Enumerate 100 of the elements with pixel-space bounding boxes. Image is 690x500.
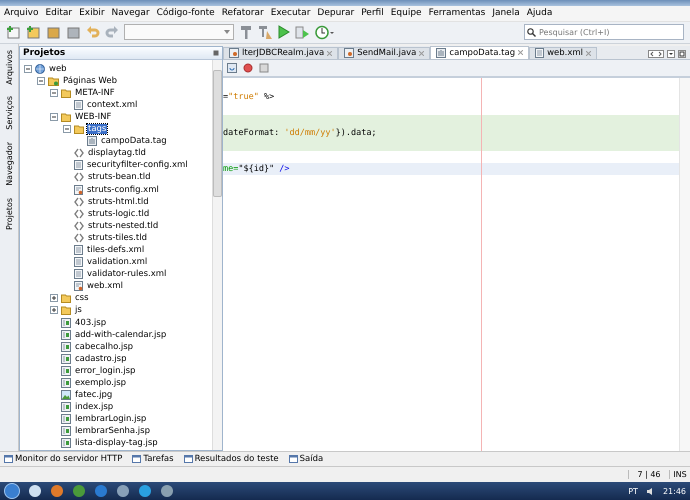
tree-item[interactable]: lembrarSenha.jsp xyxy=(74,426,151,436)
tree-item[interactable]: struts-tiles.tld xyxy=(87,232,148,243)
editor-tab[interactable]: lterJDBCRealm.java xyxy=(223,46,338,59)
expand-toggle[interactable] xyxy=(50,294,58,302)
language-indicator[interactable]: PT xyxy=(628,486,638,496)
tree-item[interactable]: struts-logic.tld xyxy=(87,208,150,219)
collapse-toggle[interactable] xyxy=(63,125,71,134)
debug-icon[interactable] xyxy=(295,24,310,40)
clean-build-icon[interactable] xyxy=(258,24,273,40)
tree-item[interactable]: web.xml xyxy=(86,281,124,292)
run-icon[interactable] xyxy=(278,25,290,40)
tree-item[interactable]: struts-config.xml xyxy=(86,184,160,195)
collapse-toggle[interactable] xyxy=(50,88,58,97)
side-tab[interactable]: Navegador xyxy=(4,142,14,186)
tree-item[interactable]: cabecalho.jsp xyxy=(74,342,134,352)
output-tab[interactable]: Resultados do teste xyxy=(184,454,279,464)
new-project-icon[interactable] xyxy=(26,24,41,40)
tree-item[interactable]: validation.xml xyxy=(86,257,148,268)
jsp-file-icon xyxy=(61,366,71,376)
app-icon[interactable] xyxy=(28,484,42,498)
menu-item[interactable]: Refatorar xyxy=(222,8,264,18)
menu-item[interactable]: Depurar xyxy=(317,8,354,18)
tree-item[interactable]: lembrarLogin.jsp xyxy=(74,414,148,424)
tree-item[interactable]: error_login.jsp xyxy=(74,366,136,376)
menu-item[interactable]: Editar xyxy=(45,8,72,18)
document-icon xyxy=(74,160,83,170)
tree-item[interactable]: 403.jsp xyxy=(74,318,108,328)
start-button[interactable] xyxy=(4,483,20,500)
tree-item[interactable]: securityfilter-config.xml xyxy=(86,160,189,170)
output-tab[interactable]: Monitor do servidor HTTP xyxy=(4,454,122,464)
window-icon xyxy=(132,454,142,463)
menu-item[interactable]: Janela xyxy=(492,8,520,18)
side-tab[interactable]: Projetos xyxy=(4,198,14,230)
hammer-icon[interactable] xyxy=(239,24,253,40)
tree-item[interactable]: struts-nested.tld xyxy=(87,220,160,231)
record-icon[interactable] xyxy=(243,62,253,73)
tree-item[interactable]: campoData.tag xyxy=(100,136,168,146)
stop-icon[interactable] xyxy=(259,62,269,73)
jsp-file-icon xyxy=(61,342,71,352)
tree-item[interactable]: cadastro.jsp xyxy=(74,354,128,364)
tree-item[interactable]: Páginas Web xyxy=(62,76,118,86)
editor-tab[interactable]: web.xml xyxy=(529,46,598,59)
collapse-toggle[interactable] xyxy=(37,76,45,85)
maximize-icon[interactable] xyxy=(678,50,686,58)
clock[interactable]: 21:46 xyxy=(662,486,686,496)
scrollbar[interactable] xyxy=(212,60,222,450)
scroll-tabs-icon[interactable] xyxy=(648,50,664,58)
tree-item[interactable]: fatec.jpg xyxy=(74,390,114,400)
side-tab[interactable]: Serviços xyxy=(4,96,14,130)
folder-icon xyxy=(48,76,59,86)
menu-item[interactable]: Exibir xyxy=(79,8,105,18)
app-icon[interactable] xyxy=(160,484,174,498)
output-tab[interactable]: Saída xyxy=(288,454,324,464)
tree-item[interactable]: struts-bean.tld xyxy=(87,172,152,182)
refresh-icon[interactable] xyxy=(227,62,237,73)
new-file-icon[interactable] xyxy=(6,24,21,40)
profile-icon[interactable] xyxy=(315,24,335,40)
editor-tab[interactable]: campoData.tag xyxy=(430,46,530,59)
collapse-toggle[interactable] xyxy=(50,112,58,121)
close-icon[interactable] xyxy=(518,50,524,56)
tree-item[interactable]: WEB-INF xyxy=(74,112,112,122)
editor-tab[interactable]: SendMail.java xyxy=(338,46,430,59)
speaker-icon[interactable] xyxy=(646,486,655,496)
tree-item[interactable]: js xyxy=(74,305,83,316)
tree-item[interactable]: lista-display-tag.jsp xyxy=(74,438,159,448)
tree-item[interactable]: META-INF xyxy=(74,88,116,98)
folder-icon xyxy=(61,293,71,304)
tree-item[interactable]: struts-html.tld xyxy=(87,196,150,207)
menu-item[interactable]: Arquivo xyxy=(4,8,38,18)
app-icon[interactable] xyxy=(138,484,152,498)
menu-item[interactable]: Executar xyxy=(270,8,310,18)
app-icon[interactable] xyxy=(116,484,130,498)
tree-item[interactable]: css xyxy=(74,293,90,304)
tree-item[interactable]: displaytag.tld xyxy=(87,148,147,158)
minimize-icon[interactable] xyxy=(213,50,219,56)
close-project-icon[interactable] xyxy=(66,24,81,40)
menu-item[interactable]: Navegar xyxy=(112,8,150,18)
search-field[interactable]: Pesquisar (Ctrl+I) xyxy=(524,24,684,40)
tree-item[interactable]: web xyxy=(48,64,68,74)
menu-item[interactable]: Ferramentas xyxy=(428,8,486,18)
tree-item[interactable]: add-with-calendar.jsp xyxy=(74,330,168,340)
app-icon[interactable] xyxy=(50,484,64,498)
globe-icon xyxy=(35,64,45,74)
tree-item[interactable]: tiles-defs.xml xyxy=(86,244,146,255)
side-tab[interactable]: Arquivos xyxy=(4,50,14,84)
expand-toggle[interactable] xyxy=(50,306,58,314)
caret-icon xyxy=(224,30,230,34)
menu-item[interactable]: Código-fonte xyxy=(156,8,215,18)
tree-item[interactable]: exemplo.jsp xyxy=(74,378,128,388)
tree-item[interactable]: tags xyxy=(87,124,108,134)
menu-item[interactable]: Ajuda xyxy=(526,8,552,18)
open-project-icon[interactable] xyxy=(46,24,61,40)
tree-item[interactable]: index.jsp xyxy=(74,402,114,412)
collapse-toggle[interactable] xyxy=(24,64,32,73)
output-tab[interactable]: Tarefas xyxy=(132,454,174,464)
tree-item[interactable]: context.xml xyxy=(86,100,138,110)
menu-item[interactable]: Perfil xyxy=(361,8,384,18)
menu-item[interactable]: Equipe xyxy=(390,8,422,18)
dropdown-icon[interactable] xyxy=(667,50,675,58)
tree-item[interactable]: validator-rules.xml xyxy=(86,269,168,280)
